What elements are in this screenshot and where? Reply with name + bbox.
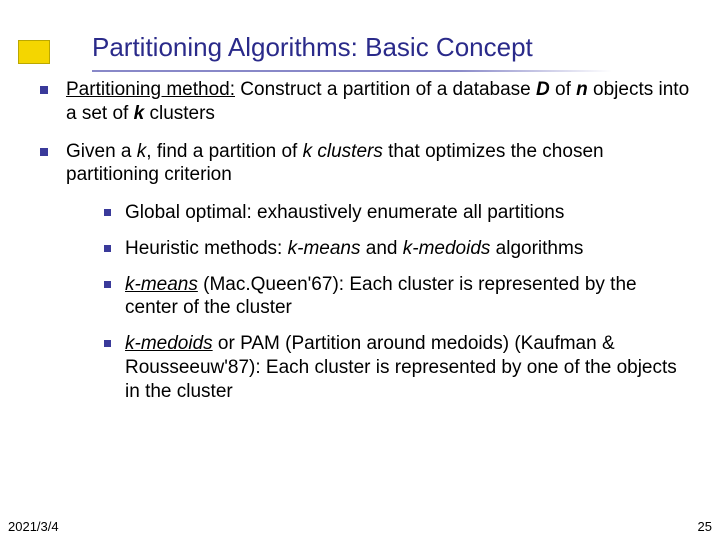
text-underline: Partitioning method: [66,79,235,100]
title-accent-bar [18,40,50,64]
bullet-square-icon [104,245,111,252]
bullet-square-icon [104,340,111,347]
bullet-square-icon [40,86,48,94]
sub-bullet-list: Global optimal: exhaustively enumerate a… [104,201,690,403]
bullet-level2: k-medoids or PAM (Partition around medoi… [104,332,690,403]
bullet-text: Global optimal: exhaustively enumerate a… [125,201,690,225]
slide-title: Partitioning Algorithms: Basic Concept [92,32,533,63]
bullet-level2: Global optimal: exhaustively enumerate a… [104,201,690,225]
bullet-square-icon [104,209,111,216]
bullet-text: Heuristic methods: k-means and k-medoids… [125,237,690,261]
footer-page-number: 25 [698,519,712,534]
bullet-square-icon [104,281,111,288]
bullet-level1: Partitioning method: Construct a partiti… [40,78,690,126]
bullet-level2: k-means (Mac.Queen'67): Each cluster is … [104,273,690,321]
bullet-square-icon [40,148,48,156]
bullet-level1: Given a k, find a partition of k cluster… [40,140,690,188]
bullet-text: k-medoids or PAM (Partition around medoi… [125,332,690,403]
bullet-text: Partitioning method: Construct a partiti… [66,78,690,126]
title-underline [92,70,612,72]
bullet-text: Given a k, find a partition of k cluster… [66,140,690,188]
bullet-text: k-means (Mac.Queen'67): Each cluster is … [125,273,690,321]
body-content: Partitioning method: Construct a partiti… [40,78,690,415]
footer-date: 2021/3/4 [8,519,59,534]
bullet-level2: Heuristic methods: k-means and k-medoids… [104,237,690,261]
